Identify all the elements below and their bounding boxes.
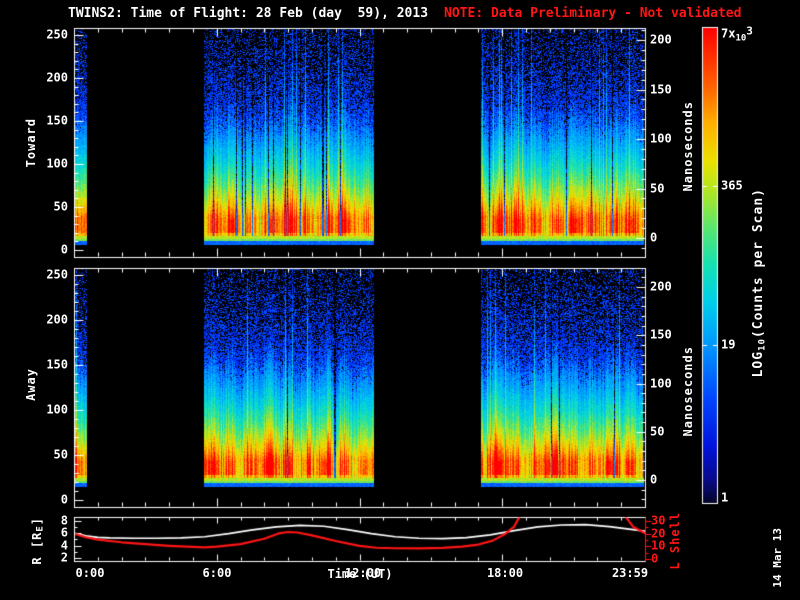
- colorbar-axis-label: LOG10(Counts per Scan): [751, 188, 768, 377]
- colorbar-max-base: 10: [735, 34, 746, 44]
- r-axis-label: R [RE]: [30, 517, 45, 565]
- r-axis-label-sub: E: [35, 525, 45, 531]
- plot-title: TWINS2: Time of Flight: 28 Feb (day 59),…: [68, 6, 428, 21]
- colorbar-max-coef: 7x: [721, 26, 735, 40]
- tof-figure: TWINS2: Time of Flight: 28 Feb (day 59),…: [0, 0, 800, 600]
- colorbar-max-label: 7x103: [721, 24, 753, 45]
- lshell-axis-label: L Shell: [668, 512, 682, 570]
- preliminary-note: NOTE: Data Preliminary - Not validated: [444, 6, 741, 21]
- nanoseconds-axis-label-toward: Nanoseconds: [681, 101, 695, 191]
- date-stamp: 14 Mar 13: [771, 528, 784, 588]
- title-bar: TWINS2: Time of Flight: 28 Feb (day 59),…: [68, 6, 741, 21]
- nanoseconds-axis-label-away: Nanoseconds: [681, 346, 695, 436]
- r-axis-label-suffix: ]: [30, 517, 44, 525]
- x-axis-title: Time (UT): [310, 568, 410, 581]
- colorbar-max-exp: 3: [746, 24, 753, 37]
- colorbar-label-sub: 10: [758, 338, 768, 351]
- r-axis-label-prefix: R [R: [30, 532, 44, 565]
- toward-axis-label: Toward: [24, 118, 38, 167]
- colorbar-label-suffix: (Counts per Scan): [751, 188, 766, 338]
- spectrogram-canvas: [0, 0, 800, 600]
- away-axis-label: Away: [24, 368, 38, 401]
- colorbar-label-prefix: LOG: [751, 351, 766, 377]
